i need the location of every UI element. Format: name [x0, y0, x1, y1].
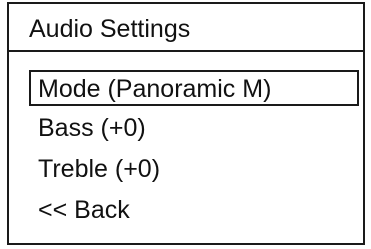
menu-item-treble[interactable]: Treble (+0) [29, 152, 357, 188]
menu-item-mode[interactable]: Mode (Panoramic M) [29, 70, 359, 106]
screen-title: Audio Settings [9, 4, 363, 52]
menu-item-bass[interactable]: Bass (+0) [29, 111, 357, 147]
menu-item-back[interactable]: << Back [29, 193, 357, 229]
settings-menu: Mode (Panoramic M) Bass (+0) Treble (+0)… [29, 70, 359, 234]
audio-settings-panel: Audio Settings Mode (Panoramic M) Bass (… [7, 2, 365, 245]
